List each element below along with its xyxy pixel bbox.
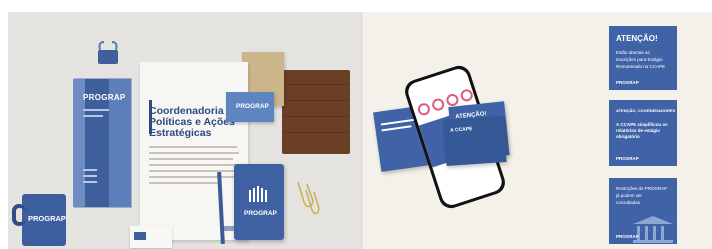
stack-1-title: ATENÇÃO! — [616, 34, 658, 43]
mug: PROGRAP — [12, 194, 66, 246]
stack-3-line-3: consultadas — [616, 200, 641, 205]
stack-3-line-1: Restrições do PROGRAP — [616, 186, 668, 191]
stack-post-1: ATENÇÃO! Estão abertas as inscrições par… — [609, 26, 677, 90]
stack-1-line-1: Estão abertas as — [616, 50, 650, 55]
stack-2-body: A CCAPE simplificou os relatórios de est… — [616, 122, 668, 139]
brochure-logo: PROGRAP — [83, 93, 126, 102]
binder-clip-icon — [98, 41, 118, 64]
wood-block — [282, 70, 350, 154]
mug-logo: PROGRAP — [28, 214, 66, 223]
brochure: PROGRAP — [73, 78, 132, 208]
post-right: A CCAPE — [443, 115, 507, 167]
building-icon — [633, 216, 673, 243]
notebook: PROGRAP — [234, 164, 284, 240]
stack-2-brand: PROGRAP — [616, 156, 639, 161]
stack-3-brand: PROGRAP — [616, 234, 639, 239]
stack-2-heading: ATENÇÃO, COORDENADORES — [616, 108, 676, 113]
card-logo: PROGRAP — [236, 103, 269, 110]
stack-post-3: Restrições do PROGRAP já podem ser consu… — [609, 178, 677, 244]
stack-3-line-2: já podem ser — [616, 193, 643, 198]
paperclips-icon — [297, 181, 320, 215]
business-card-blue: PROGRAP — [226, 92, 274, 122]
stack-post-2: ATENÇÃO, COORDENADORES A CCAPE simplific… — [609, 100, 677, 166]
letterhead: Coordenadoria de Políticas e Ações Estra… — [140, 62, 248, 240]
notebook-logo: PROGRAP — [244, 210, 277, 217]
moodboard: PROGRAP Coordenadoria de Políticas e Açõ… — [0, 0, 712, 249]
business-card-white — [130, 226, 172, 248]
stack-1-line-3: Remunerado na CCAPE — [616, 64, 666, 69]
stationery-mockup: PROGRAP Coordenadoria de Políticas e Açõ… — [8, 12, 363, 249]
social-media-mockup: ATENÇÃO! A CCAPE ATENÇÃO! Estão abertas … — [363, 12, 712, 249]
prograp-logo-icon — [249, 186, 267, 202]
post-2-title: A CCAPE — [450, 126, 473, 134]
stack-1-brand: PROGRAP — [616, 80, 639, 85]
stack-1-line-2: inscrições para Estágio — [616, 57, 663, 62]
